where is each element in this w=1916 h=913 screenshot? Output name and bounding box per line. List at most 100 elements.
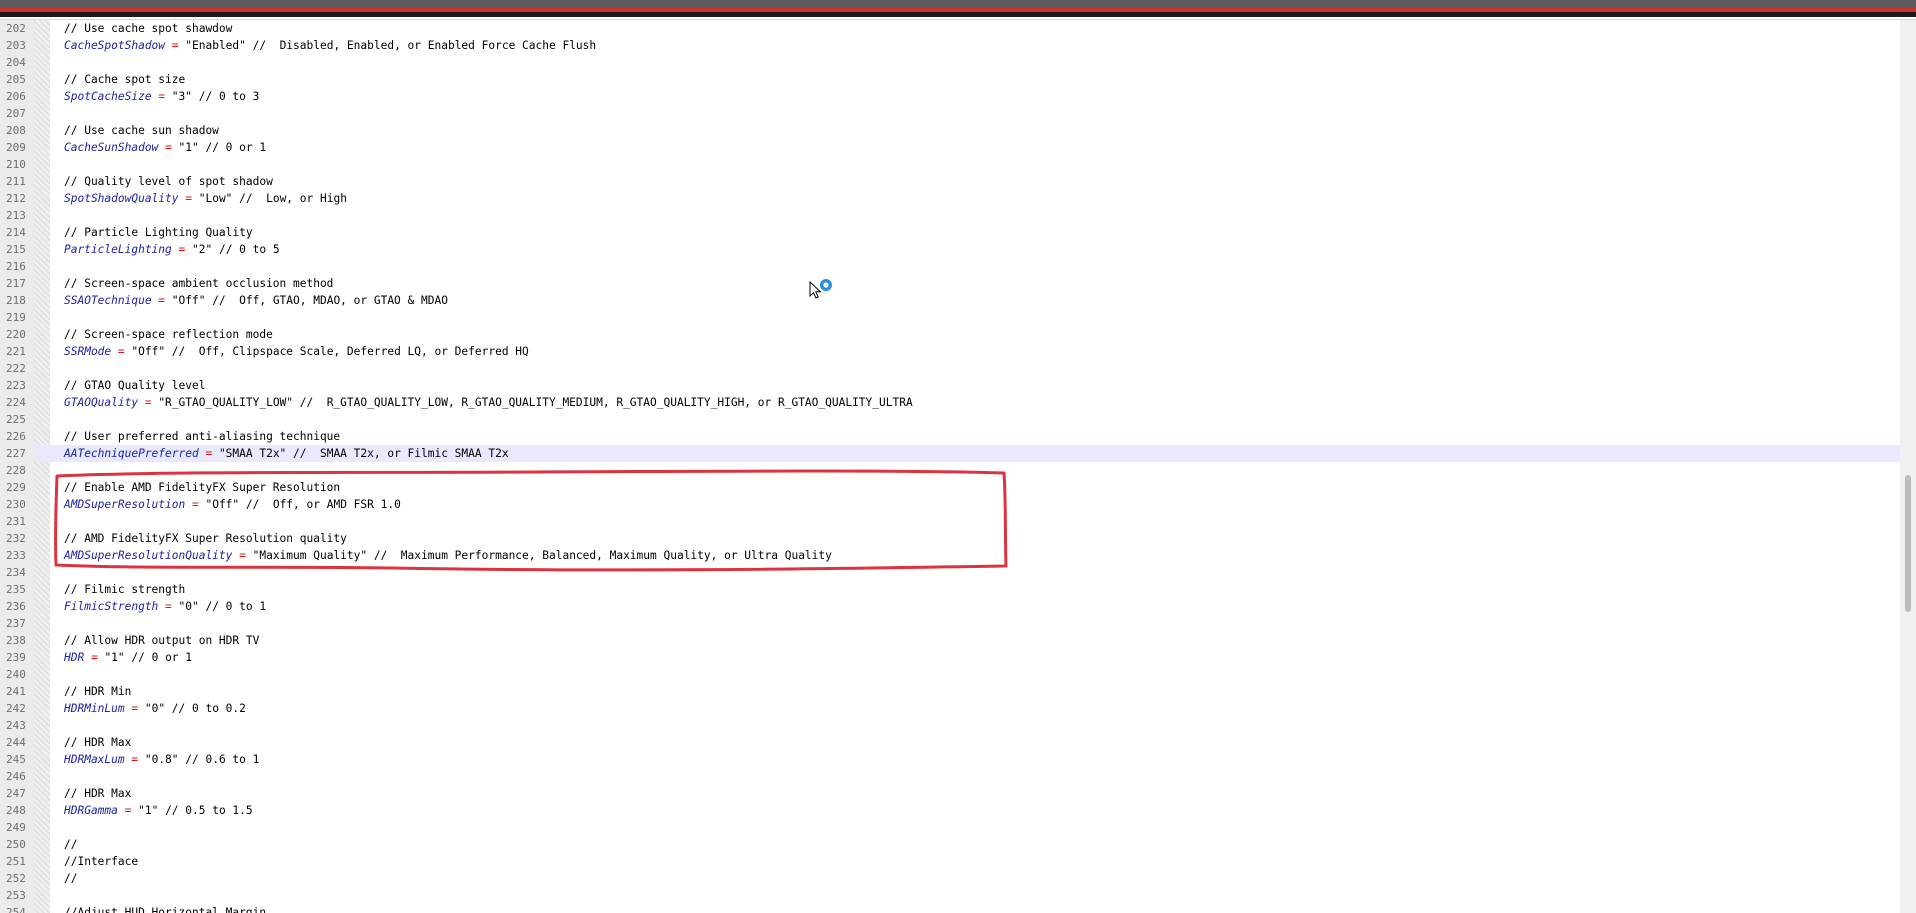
code-line[interactable]: 205 // Cache spot size xyxy=(0,71,1900,88)
setting-key: SSRMode xyxy=(64,345,112,358)
code-line[interactable]: 244 // HDR Max xyxy=(0,734,1900,751)
line-number: 238 xyxy=(6,634,26,647)
code-line[interactable]: 216 xyxy=(0,258,1900,275)
comment-text: // Particle Lighting Quality xyxy=(64,226,253,239)
code-line[interactable]: 246 xyxy=(0,768,1900,785)
code-line[interactable]: 209 CacheSunShadow = "1" // 0 or 1 xyxy=(0,139,1900,156)
line-code: // Allow HDR output on HDR TV xyxy=(64,632,259,649)
equals-operator: = xyxy=(171,243,192,256)
line-number: 253 xyxy=(6,889,26,902)
code-line[interactable]: 224 GTAOQuality = "R_GTAO_QUALITY_LOW" //… xyxy=(0,394,1900,411)
code-line[interactable]: 229 // Enable AMD FidelityFX Super Resolu… xyxy=(0,479,1900,496)
code-line[interactable]: 237 xyxy=(0,615,1900,632)
equals-operator: = xyxy=(117,804,139,817)
code-line[interactable]: 231 xyxy=(0,513,1900,530)
line-code: // Cache spot size xyxy=(64,71,185,88)
line-code: // HDR Max xyxy=(64,734,131,751)
code-line[interactable]: 251 //Interface xyxy=(0,853,1900,870)
inline-comment: // 0.6 to 1 xyxy=(178,753,260,766)
code-line[interactable]: 213 xyxy=(0,207,1900,224)
code-line[interactable]: 235 // Filmic strength xyxy=(0,581,1900,598)
line-code: // Enable AMD FidelityFX Super Resolutio… xyxy=(64,479,340,496)
code-line[interactable]: 247 // HDR Max xyxy=(0,785,1900,802)
line-number: 245 xyxy=(6,753,26,766)
inline-comment: // Off, GTAO, MDAO, or GTAO & MDAO xyxy=(205,294,448,307)
title-bar-stripe-black xyxy=(0,12,1916,17)
inline-comment: // Disabled, Enabled, or Enabled Force C… xyxy=(245,39,597,52)
code-line[interactable]: 230 AMDSuperResolution = "Off" // Off, or… xyxy=(0,496,1900,513)
line-number: 254 xyxy=(6,906,26,913)
line-number: 226 xyxy=(6,430,26,443)
equals-operator: = xyxy=(158,600,179,613)
code-line[interactable]: 203 CacheSpotShadow = "Enabled" // Disabl… xyxy=(0,37,1900,54)
code-line[interactable]: 210 xyxy=(0,156,1900,173)
code-line[interactable]: 252 // xyxy=(0,870,1900,887)
code-line[interactable]: 250 // xyxy=(0,836,1900,853)
line-number: 216 xyxy=(6,260,26,273)
code-line[interactable]: 243 xyxy=(0,717,1900,734)
line-number: 249 xyxy=(6,821,26,834)
code-line[interactable]: 212 SpotShadowQuality = "Low" // Low, or … xyxy=(0,190,1900,207)
vertical-scrollbar[interactable] xyxy=(1900,20,1916,913)
line-number: 214 xyxy=(6,226,26,239)
code-line[interactable]: 241 // HDR Min xyxy=(0,683,1900,700)
line-number: 243 xyxy=(6,719,26,732)
line-number: 217 xyxy=(6,277,26,290)
line-number: 241 xyxy=(6,685,26,698)
code-line[interactable]: 248 HDRGamma = "1" // 0.5 to 1.5 xyxy=(0,802,1900,819)
code-line[interactable]: 204 xyxy=(0,54,1900,71)
code-line[interactable]: 211 // Quality level of spot shadow xyxy=(0,173,1900,190)
code-line[interactable]: 236 FilmicStrength = "0" // 0 to 1 xyxy=(0,598,1900,615)
line-code: // HDR Max xyxy=(64,785,131,802)
inline-comment: // 0.5 to 1.5 xyxy=(158,804,253,817)
code-line[interactable]: 207 xyxy=(0,105,1900,122)
scrollbar-thumb[interactable] xyxy=(1905,475,1911,612)
code-line[interactable]: 228 xyxy=(0,462,1900,479)
code-line[interactable]: 234 xyxy=(0,564,1900,581)
text-editor-window: 202 // Use cache spot shawdow 203 CacheSpot… xyxy=(0,0,1916,913)
code-editor[interactable]: 202 // Use cache spot shawdow 203 CacheSpot… xyxy=(0,20,1900,913)
code-line[interactable]: 253 xyxy=(0,887,1900,904)
equals-operator: = xyxy=(151,90,172,103)
line-number: 225 xyxy=(6,413,26,426)
line-number: 250 xyxy=(6,838,26,851)
code-line[interactable]: 245 HDRMaxLum = "0.8" // 0.6 to 1 xyxy=(0,751,1900,768)
setting-value: "Low" xyxy=(198,192,233,205)
line-number: 222 xyxy=(6,362,26,375)
line-number: 251 xyxy=(6,855,26,868)
code-line[interactable]: 215 ParticleLighting = "2" // 0 to 5 xyxy=(0,241,1900,258)
code-line[interactable]: 218 SSAOTechnique = "Off" // Off, GTAO, M… xyxy=(0,292,1900,309)
code-line[interactable]: 232 // AMD FidelityFX Super Resolution qu… xyxy=(0,530,1900,547)
title-bar-stripe-dark xyxy=(0,0,1916,8)
code-line[interactable]: 214 // Particle Lighting Quality xyxy=(0,224,1900,241)
code-line[interactable]: 206 SpotCacheSize = "3" // 0 to 3 xyxy=(0,88,1900,105)
code-line[interactable]: 239 HDR = "1" // 0 or 1 xyxy=(0,649,1900,666)
code-line[interactable]: 222 xyxy=(0,360,1900,377)
code-line[interactable]: 240 xyxy=(0,666,1900,683)
code-line[interactable]: 238 // Allow HDR output on HDR TV xyxy=(0,632,1900,649)
code-line[interactable]: 220 // Screen-space reflection mode xyxy=(0,326,1900,343)
inline-comment: // 0 to 3 xyxy=(192,90,260,103)
line-number: 215 xyxy=(6,243,26,256)
code-line[interactable]: 202 // Use cache spot shawdow xyxy=(0,20,1900,37)
line-number: 220 xyxy=(6,328,26,341)
code-line[interactable]: 249 xyxy=(0,819,1900,836)
line-number: 208 xyxy=(6,124,26,137)
code-line[interactable]: 225 xyxy=(0,411,1900,428)
code-line[interactable]: 221 SSRMode = "Off" // Off, Clipspace Sca… xyxy=(0,343,1900,360)
line-code: FilmicStrength = "0" // 0 to 1 xyxy=(64,598,266,615)
code-line[interactable]: 227 AATechniquePreferred = "SMAA T2x" // … xyxy=(0,445,1900,462)
code-line[interactable]: 233 AMDSuperResolutionQuality = "Maximum … xyxy=(0,547,1900,564)
code-line[interactable]: 223 // GTAO Quality level xyxy=(0,377,1900,394)
code-line[interactable]: 208 // Use cache sun shadow xyxy=(0,122,1900,139)
line-number: 236 xyxy=(6,600,26,613)
code-line[interactable]: 226 // User preferred anti-aliasing techn… xyxy=(0,428,1900,445)
inline-comment: // 0 to 0.2 xyxy=(165,702,246,715)
setting-value: "Off" xyxy=(205,498,240,511)
code-line[interactable]: 219 xyxy=(0,309,1900,326)
code-line[interactable]: 217 // Screen-space ambient occlusion met… xyxy=(0,275,1900,292)
line-number: 202 xyxy=(6,22,26,35)
code-line[interactable]: 242 HDRMinLum = "0" // 0 to 0.2 xyxy=(0,700,1900,717)
code-line[interactable]: 254 //Adjust HUD Horizontal Margin xyxy=(0,904,1900,913)
line-number: 231 xyxy=(6,515,26,528)
